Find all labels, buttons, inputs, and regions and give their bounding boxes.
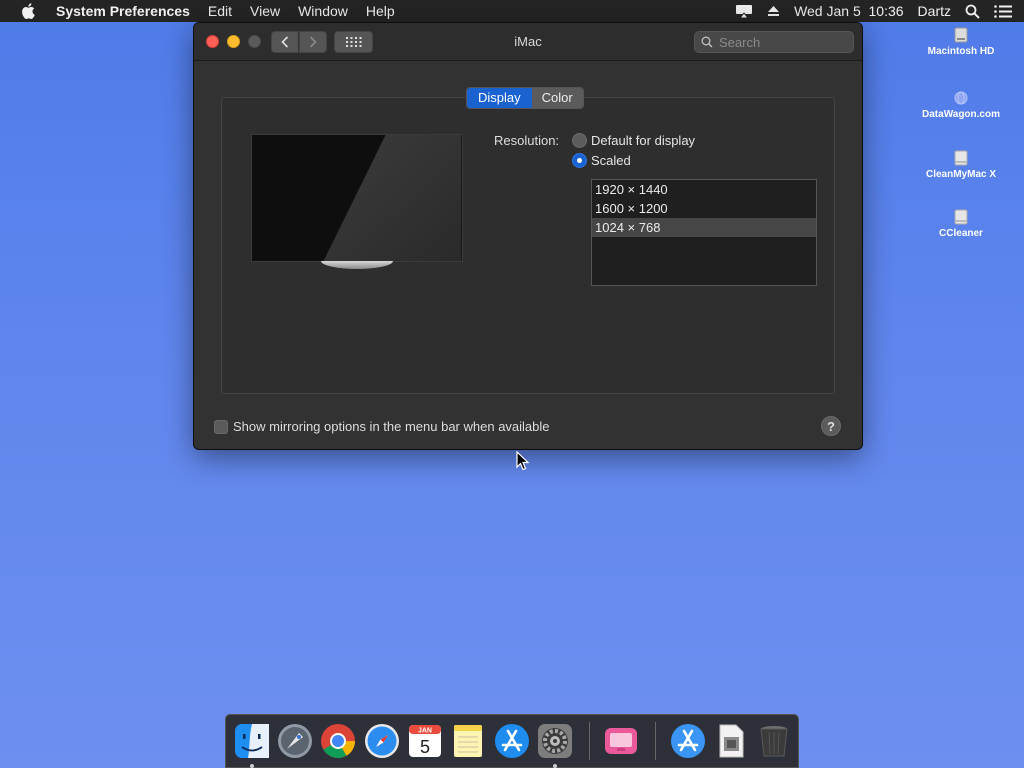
- menu-window[interactable]: Window: [289, 3, 357, 19]
- menu-clock[interactable]: Wed Jan 5 10:36: [787, 3, 910, 19]
- chrome-icon: [321, 724, 356, 758]
- app-store-icon: [494, 724, 529, 758]
- mirroring-option-row[interactable]: Show mirroring options in the menu bar w…: [214, 419, 550, 434]
- calendar-month: JAN: [418, 728, 432, 735]
- applications-folder-icon: [670, 724, 705, 758]
- trash-icon: [760, 726, 788, 757]
- resolution-option[interactable]: 1024 × 768: [592, 218, 816, 237]
- scaled-resolution-list: 1920 × 1440 1600 × 1200 1024 × 768: [591, 179, 817, 286]
- radio-button[interactable]: [572, 133, 587, 148]
- search-input[interactable]: [719, 34, 849, 50]
- dock-item-safari[interactable]: [362, 721, 401, 761]
- radio-scaled[interactable]: Scaled: [572, 153, 631, 168]
- navigation-buttons: [271, 31, 327, 53]
- radio-label: Scaled: [591, 153, 631, 168]
- mouse-cursor-icon: [516, 450, 530, 476]
- radio-default-for-display[interactable]: Default for display: [572, 133, 695, 148]
- menu-user[interactable]: Dartz: [911, 3, 958, 19]
- chevron-right-icon: [309, 36, 317, 48]
- calendar-icon: JAN 5: [409, 725, 442, 757]
- menu-bar: System Preferences Edit View Window Help…: [0, 0, 1024, 22]
- launchpad-icon: [278, 724, 313, 758]
- cleanmymac-icon: [605, 728, 638, 754]
- documents-stack-icon: [719, 724, 744, 758]
- dock-item-documents[interactable]: [711, 721, 750, 761]
- dock-item-notes[interactable]: [449, 721, 488, 761]
- grid-icon: [345, 37, 361, 47]
- desktop-icon-label: DataWagon.com: [922, 109, 1000, 120]
- dock-item-applications[interactable]: [668, 721, 707, 761]
- desktop-icon-label: CleanMyMac X: [925, 169, 997, 180]
- mirroring-checkbox[interactable]: [214, 419, 228, 434]
- calendar-day: 5: [420, 737, 430, 757]
- menu-app-name[interactable]: System Preferences: [56, 3, 199, 19]
- display-preview-image: [251, 134, 463, 262]
- menu-help[interactable]: Help: [357, 3, 404, 19]
- dock-separator: [588, 722, 590, 760]
- system-preferences-icon: [538, 724, 573, 758]
- dock-item-system-preferences[interactable]: [535, 721, 574, 768]
- back-button[interactable]: [271, 31, 299, 53]
- minimize-window-button[interactable]: [227, 35, 240, 48]
- desktop-icon-macintosh-hd[interactable]: Macintosh HD: [911, 27, 1011, 57]
- radio-label: Default for display: [591, 133, 696, 148]
- mirroring-checkbox-label: Show mirroring options in the menu bar w…: [233, 419, 550, 434]
- tab-display[interactable]: Display: [467, 88, 532, 108]
- segmented-tabs: Display Color: [466, 87, 584, 109]
- displays-preferences-window: iMac Display Color Resolution: D: [194, 23, 862, 449]
- network-volume-icon: [911, 90, 1011, 106]
- running-indicator: [553, 764, 558, 768]
- dock-separator: [655, 722, 657, 760]
- zoom-window-button[interactable]: [248, 35, 261, 48]
- resolution-option[interactable]: 1600 × 1200: [592, 199, 816, 218]
- finder-icon: [234, 724, 269, 758]
- help-button[interactable]: ?: [821, 416, 841, 436]
- dock-item-finder[interactable]: [232, 721, 271, 768]
- show-all-button[interactable]: [334, 31, 373, 53]
- hard-drive-icon: [911, 27, 1011, 43]
- menu-edit[interactable]: Edit: [199, 3, 241, 19]
- dock-item-trash[interactable]: [755, 721, 794, 761]
- window-controls: [206, 35, 261, 48]
- eject-icon[interactable]: [760, 5, 787, 17]
- desktop-icon-label: Macintosh HD: [927, 46, 995, 57]
- search-icon: [701, 36, 713, 48]
- safari-icon: [364, 724, 399, 758]
- chevron-left-icon: [281, 36, 289, 48]
- dock-item-launchpad[interactable]: [275, 721, 314, 761]
- running-indicator: [250, 764, 254, 768]
- spotlight-search-icon[interactable]: [958, 4, 987, 19]
- desktop-icon-label: CCleaner: [939, 228, 983, 239]
- notes-icon: [454, 725, 483, 757]
- desktop-icon-ccleaner[interactable]: CCleaner: [911, 209, 1011, 239]
- tab-color[interactable]: Color: [531, 88, 583, 108]
- disk-image-icon: [911, 150, 1011, 166]
- forward-button[interactable]: [299, 31, 327, 53]
- radio-button[interactable]: [572, 153, 587, 168]
- close-window-button[interactable]: [206, 35, 219, 48]
- dock-item-cleanmymac[interactable]: [602, 721, 641, 761]
- notification-center-icon[interactable]: [987, 4, 1024, 18]
- desktop-icon-cleanmymac[interactable]: CleanMyMac X: [911, 150, 1011, 180]
- resolution-option[interactable]: 1920 × 1440: [592, 180, 816, 199]
- dock-item-calendar[interactable]: JAN 5: [405, 721, 444, 761]
- dock-item-app-store[interactable]: [492, 721, 531, 761]
- apple-icon[interactable]: [0, 3, 56, 19]
- search-field[interactable]: [694, 31, 854, 53]
- resolution-label: Resolution:: [494, 133, 560, 148]
- airplay-icon[interactable]: [728, 4, 760, 18]
- window-titlebar[interactable]: iMac: [194, 23, 862, 61]
- menu-view[interactable]: View: [241, 3, 289, 19]
- disk-image-icon: [911, 209, 1011, 225]
- desktop-icon-datawagon[interactable]: DataWagon.com: [911, 90, 1011, 120]
- dock: JAN 5: [225, 714, 799, 768]
- dock-item-chrome[interactable]: [319, 721, 358, 761]
